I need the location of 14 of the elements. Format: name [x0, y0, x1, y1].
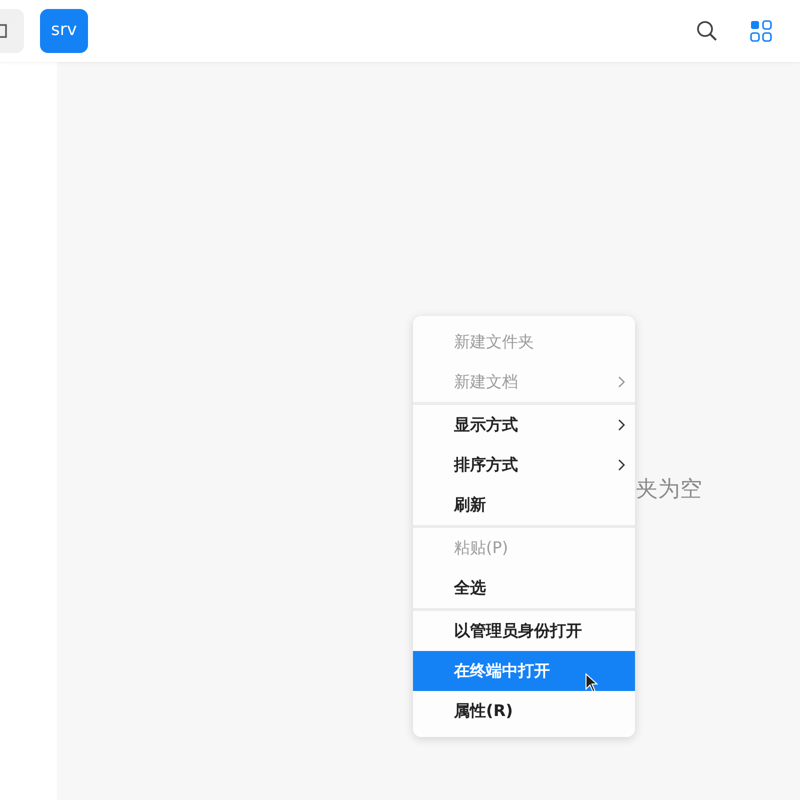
menu-item[interactable]: 属性(R) [413, 691, 635, 731]
menu-item[interactable]: 排序方式 [413, 445, 635, 485]
empty-folder-message: 夹为空 [636, 476, 702, 504]
menu-item[interactable]: 刷新 [413, 485, 635, 525]
grid-view-icon [750, 20, 772, 42]
menu-item[interactable]: 全选 [413, 568, 635, 608]
menu-item[interactable]: 显示方式 [413, 405, 635, 445]
search-icon [696, 20, 718, 42]
menu-item[interactable]: 在终端中打开 [413, 651, 635, 691]
tab-edge[interactable] [0, 9, 24, 53]
image-icon [0, 24, 8, 38]
path-button[interactable]: srv [40, 9, 88, 53]
mouse-cursor-icon [585, 673, 599, 693]
menu-item[interactable]: 以管理员身份打开 [413, 611, 635, 651]
